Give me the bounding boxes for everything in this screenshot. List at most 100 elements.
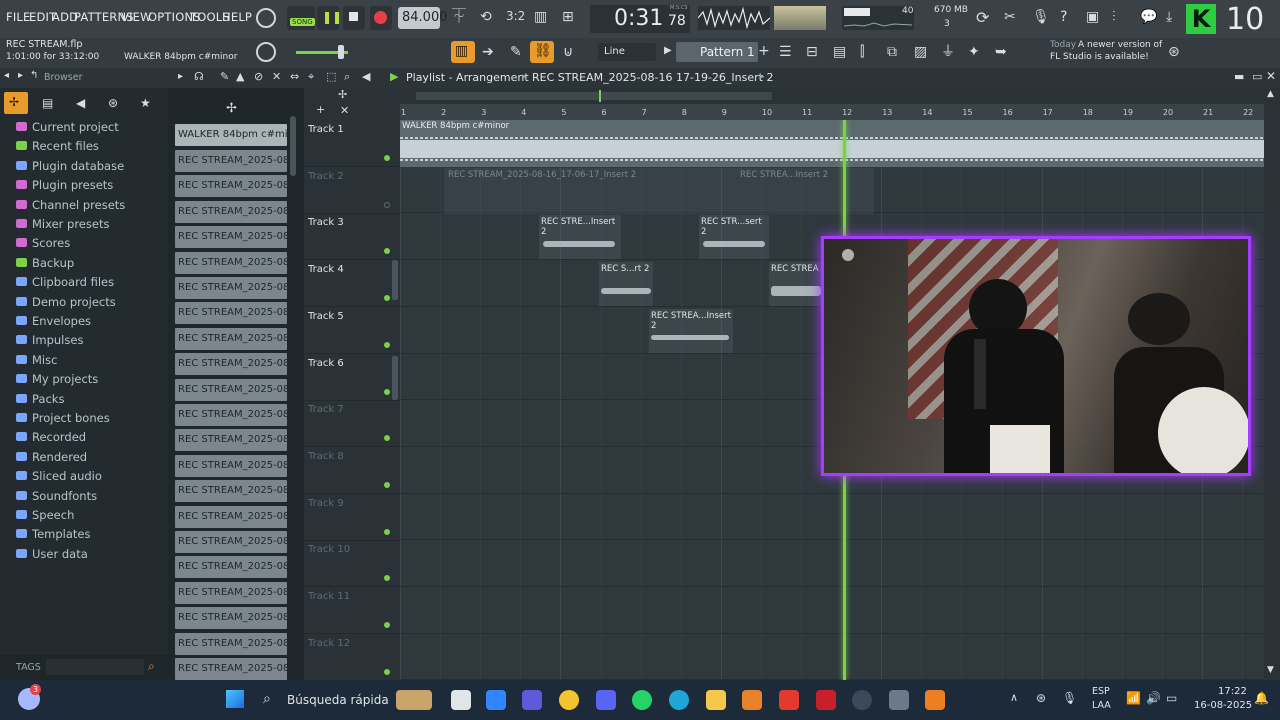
wifi-icon[interactable]: 📶 bbox=[1126, 692, 1141, 704]
clip-item[interactable]: REC STREAM_2025-08-16... bbox=[175, 226, 287, 249]
windows-start-icon[interactable] bbox=[226, 690, 244, 708]
slice-icon[interactable]: ⌖ bbox=[308, 71, 314, 82]
lang-2[interactable]: LAA bbox=[1092, 700, 1111, 711]
microphone-icon[interactable]: 🎙 bbox=[1032, 10, 1050, 24]
clip-item[interactable]: REC STREAM_2025-08-16... bbox=[175, 302, 287, 325]
pattern-select[interactable]: Pattern 1 bbox=[676, 42, 758, 62]
headphones-icon[interactable]: ☊ bbox=[194, 71, 204, 82]
globe-icon[interactable]: ⊛ bbox=[1168, 45, 1180, 59]
browser-item[interactable]: Plugin presets bbox=[16, 178, 113, 192]
clip-track2b-label[interactable]: REC STREA...Insert 2 bbox=[740, 170, 828, 180]
browser-back-icon[interactable]: ↰ bbox=[30, 71, 38, 81]
browser-item[interactable]: Channel presets bbox=[16, 198, 125, 212]
chat-icon[interactable]: 💬 bbox=[1140, 10, 1157, 24]
track-header[interactable]: Track 10 bbox=[304, 540, 400, 588]
clip-track4b[interactable]: REC STREA bbox=[769, 262, 823, 306]
track-header[interactable]: Track 8 bbox=[304, 447, 400, 494]
browser-item[interactable]: Envelopes bbox=[16, 314, 91, 328]
tray-app-icon[interactable]: ⊛ bbox=[1036, 692, 1046, 704]
browser-item[interactable]: Project bones bbox=[16, 411, 110, 425]
magnet-icon[interactable]: ⊍ bbox=[563, 45, 573, 59]
time-display[interactable]: 0:31 78 M:S:CS bbox=[590, 5, 690, 33]
track-header[interactable]: Track 5 bbox=[304, 307, 400, 354]
browser-item[interactable]: Templates bbox=[16, 527, 90, 541]
settings-icon[interactable] bbox=[889, 690, 909, 710]
clip-item[interactable]: REC STREAM_2025-08-16... bbox=[175, 429, 287, 452]
clip-item[interactable]: REC STREAM_2025-08-16... bbox=[175, 150, 287, 172]
help-icon[interactable]: ? bbox=[1060, 10, 1067, 24]
clip-item[interactable]: REC STREAM_2025-08-16... bbox=[175, 200, 287, 223]
play-arrow-icon[interactable]: ▶ bbox=[664, 46, 672, 56]
clip-item[interactable]: REC STREAM_2025-08-16... bbox=[175, 607, 287, 630]
browser-item[interactable]: User data bbox=[16, 547, 88, 561]
playlist-arrow-icon[interactable]: ▸ bbox=[178, 72, 183, 82]
menu-help[interactable]: HELP bbox=[222, 10, 252, 24]
paint-icon[interactable]: ▲ bbox=[236, 71, 244, 82]
track-header[interactable]: Track 9 bbox=[304, 494, 400, 541]
track-mute-led-icon[interactable] bbox=[384, 481, 390, 488]
zoom-icon[interactable]: ⌕ bbox=[344, 71, 350, 82]
tags-input[interactable] bbox=[46, 659, 144, 675]
track-mute-led-icon[interactable] bbox=[384, 295, 390, 302]
clip-item[interactable]: REC STREAM_2025-08-16... bbox=[175, 581, 287, 604]
browser-item[interactable]: Recorded bbox=[16, 430, 86, 444]
clip-track3a[interactable]: REC STRE...Insert 2 bbox=[539, 215, 621, 259]
save-icon[interactable]: ▣ bbox=[1086, 10, 1099, 24]
browser-menu-icon[interactable]: ◂ bbox=[4, 71, 9, 81]
clip-track3b[interactable]: REC STR...sert 2 bbox=[699, 215, 769, 259]
link-button[interactable]: ⛓ bbox=[530, 41, 554, 63]
clip-track1[interactable]: WALKER 84bpm c#minor bbox=[400, 120, 1264, 167]
clip-item[interactable]: REC STREAM_2025-08-16... bbox=[175, 353, 287, 376]
playlist-icon[interactable]: ☰ bbox=[779, 45, 792, 59]
track-header[interactable]: Track 1 bbox=[304, 120, 400, 167]
volume-icon[interactable]: 🔊 bbox=[1146, 692, 1161, 704]
step-edit-icon[interactable]: ▥ bbox=[534, 10, 547, 24]
lang-1[interactable]: ESP bbox=[1092, 686, 1110, 697]
search-icon[interactable]: ⌕ bbox=[148, 660, 155, 672]
clip-item[interactable]: REC STREAM_2025-08-16... bbox=[175, 658, 287, 680]
obs-icon[interactable] bbox=[852, 690, 872, 710]
browser-item[interactable]: Sliced audio bbox=[16, 469, 102, 483]
fl-app-icon[interactable] bbox=[742, 690, 762, 710]
chrome-icon[interactable] bbox=[559, 690, 579, 710]
plugin-filter-icon[interactable]: ⊛ bbox=[108, 97, 118, 109]
browser-item[interactable]: Scores bbox=[16, 236, 70, 250]
clip-track5[interactable]: REC STREA...Insert 2 bbox=[649, 309, 733, 353]
draw-icon[interactable]: ✎ bbox=[220, 71, 229, 82]
browser-item[interactable]: Plugin database bbox=[16, 159, 124, 173]
track-mute-led-icon[interactable] bbox=[384, 528, 390, 535]
record-button[interactable] bbox=[370, 6, 392, 30]
maximize-icon[interactable]: ▭ bbox=[1252, 71, 1262, 82]
clip-item[interactable]: REC STREAM_2025-08-16... bbox=[175, 480, 287, 503]
tray-chevron-icon[interactable]: ∧ bbox=[1010, 692, 1018, 703]
forward-icon[interactable]: ➥ bbox=[995, 45, 1007, 59]
track-mute-led-icon[interactable] bbox=[384, 622, 390, 628]
clip-item[interactable]: REC STREAM_2025-08-16... bbox=[175, 378, 287, 401]
arrow-right-icon[interactable]: ➔ bbox=[482, 45, 494, 59]
plugin-icon[interactable]: ⧉ bbox=[887, 45, 897, 59]
browser-item[interactable]: My projects bbox=[16, 372, 98, 386]
widget-icon[interactable] bbox=[396, 690, 432, 710]
tray-mic-icon[interactable]: 🎙 bbox=[1062, 692, 1077, 704]
snap-select[interactable]: Line bbox=[598, 43, 656, 61]
clip-item[interactable]: REC STREAM_2025-08-16... bbox=[175, 251, 287, 274]
playlist-play-icon[interactable]: ▶ bbox=[390, 71, 398, 82]
news-panel[interactable]: Today A newer version of FL Studio is av… bbox=[1046, 39, 1180, 65]
clip-item[interactable]: REC STREAM_2025-08-16... bbox=[175, 404, 287, 426]
timeline-ruler[interactable]: 1 2 3 4 5 6 7 8 9 10 11 12 13 14 15 16 17 18 19 20 21 22 bbox=[400, 104, 1264, 120]
minimize-icon[interactable]: ▬ bbox=[1234, 71, 1244, 82]
track-header[interactable]: Track 3 bbox=[304, 213, 400, 261]
piano-roll-button[interactable]: ▥ bbox=[451, 41, 475, 63]
volume-handle-icon[interactable] bbox=[338, 45, 344, 59]
scroll-down-icon[interactable]: ▼ bbox=[1267, 666, 1274, 675]
browser-item[interactable]: Current project bbox=[16, 120, 119, 134]
file-explorer-icon[interactable] bbox=[706, 690, 726, 710]
track-header[interactable]: Track 6 bbox=[304, 354, 400, 401]
speaker-icon[interactable]: ◀ bbox=[362, 71, 370, 82]
add-pattern-icon[interactable]: + bbox=[758, 44, 770, 58]
channel-rack-icon[interactable]: ⊟ bbox=[806, 45, 818, 59]
clip-item[interactable]: REC STREAM_2025-08-16... bbox=[175, 632, 287, 655]
track-mute-led-icon[interactable] bbox=[384, 155, 390, 161]
browser-all-button[interactable]: ✢ bbox=[4, 92, 28, 114]
fl-studio-icon[interactable] bbox=[925, 690, 945, 710]
